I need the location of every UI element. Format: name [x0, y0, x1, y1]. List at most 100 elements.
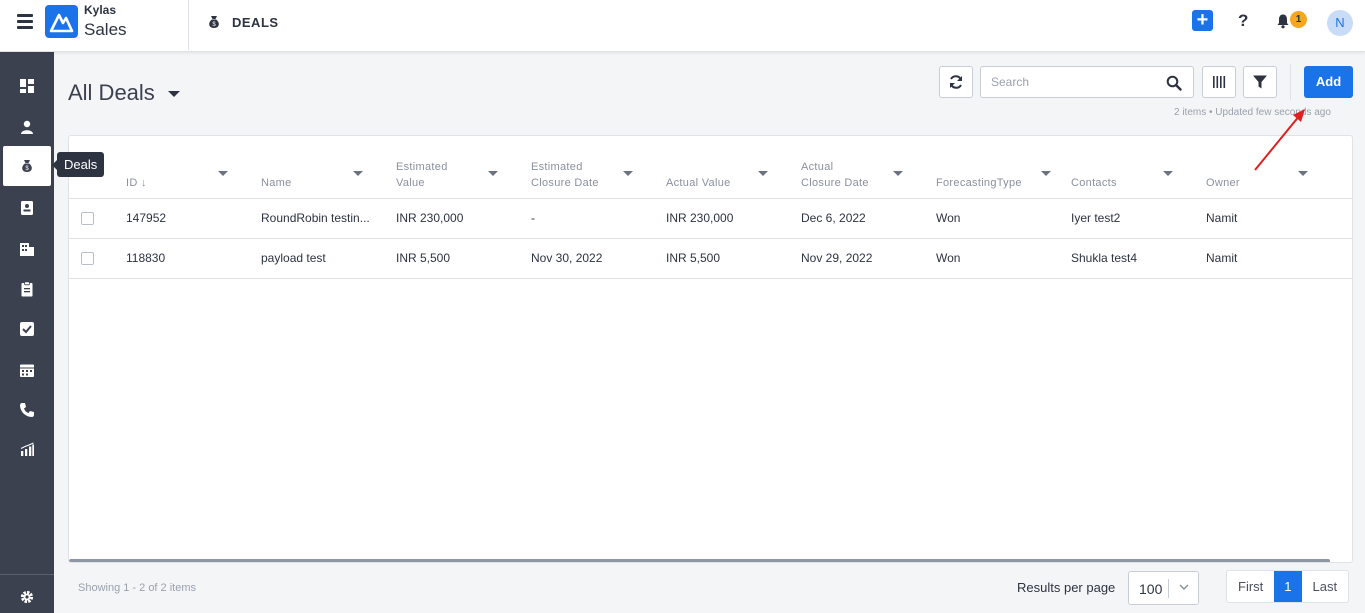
column-header-id[interactable]: ID ↓ [126, 136, 236, 199]
column-header-name[interactable]: Name [261, 136, 371, 199]
cell-owner: Namit [1206, 251, 1238, 265]
sidebar-item-contacts[interactable] [0, 188, 54, 228]
help-icon[interactable]: ? [1238, 11, 1248, 31]
divider [188, 0, 189, 50]
module-title: DEALS [232, 15, 279, 30]
brand-product: Sales [84, 20, 127, 39]
column-header-forecasting-type[interactable]: ForecastingType [936, 136, 1051, 199]
sidebar-item-companies[interactable] [0, 229, 54, 269]
bell-icon[interactable] [1275, 13, 1291, 29]
cell-estimated-closure-date: - [531, 211, 535, 225]
table-row[interactable]: 118830 payload test INR 5,500 Nov 30, 20… [69, 239, 1352, 279]
row-checkbox[interactable] [81, 252, 94, 265]
chevron-down-icon[interactable] [1163, 171, 1173, 176]
divider [0, 574, 54, 575]
search-box [980, 66, 1194, 98]
column-header-label: Contacts [1071, 177, 1117, 189]
hamburger-menu-icon[interactable] [17, 14, 33, 30]
chevron-down-icon[interactable] [168, 91, 180, 97]
refresh-icon [950, 75, 962, 89]
building-icon [20, 243, 34, 256]
sidebar-item-calendar[interactable] [0, 350, 54, 390]
avatar[interactable]: N [1327, 10, 1353, 36]
chevron-down-icon[interactable] [623, 171, 633, 176]
cell-name[interactable]: payload test [261, 251, 381, 265]
add-deal-button[interactable]: Add [1304, 66, 1353, 98]
pagination: First 1 Last [1226, 570, 1350, 603]
sidebar-item-tasks-list[interactable] [0, 269, 54, 309]
chevron-down-icon[interactable] [353, 171, 363, 176]
column-header-actual-closure-date[interactable]: Actual Closure Date [801, 136, 911, 199]
sidebar-item-reports[interactable] [0, 430, 54, 470]
cell-actual-value: INR 5,500 [666, 251, 721, 265]
sidebar-item-settings[interactable] [0, 577, 54, 613]
column-header-label: Name [261, 177, 292, 189]
sidebar-item-tasks[interactable] [0, 309, 54, 349]
column-header-estimated-closure-date[interactable]: Estimated Closure Date [531, 136, 641, 199]
cell-name[interactable]: RoundRobin testin... [261, 211, 381, 225]
search-icon[interactable] [1166, 75, 1182, 91]
money-bag-icon: $ [22, 160, 32, 172]
chevron-down-icon[interactable] [488, 171, 498, 176]
deals-table: ID ↓ Name Estimated Value Estimated Closur… [68, 135, 1353, 563]
gear-icon [20, 590, 34, 604]
current-page-button[interactable]: 1 [1274, 571, 1302, 602]
table-row[interactable]: 147952 RoundRobin testin... INR 230,000 … [69, 199, 1352, 239]
cell-contacts[interactable]: Iyer test2 [1071, 211, 1191, 225]
column-header-label: ForecastingType [936, 177, 1022, 189]
cell-contacts[interactable]: Shukla test4 [1071, 251, 1191, 265]
phone-icon [20, 403, 34, 417]
refresh-button[interactable] [939, 66, 973, 98]
cell-forecasting-type: Won [936, 211, 961, 225]
page-title[interactable]: All Deals [68, 80, 155, 106]
chevron-down-icon[interactable] [758, 171, 768, 176]
horizontal-scrollbar[interactable] [69, 559, 1330, 562]
sidebar-item-users[interactable] [0, 107, 54, 147]
results-per-page-label: Results per page [1017, 580, 1116, 595]
cell-estimated-closure-date: Nov 30, 2022 [531, 251, 603, 265]
money-bag-icon: $ [209, 16, 219, 28]
results-per-page-select[interactable]: 100 [1128, 571, 1199, 605]
columns-button[interactable] [1202, 66, 1236, 98]
cell-estimated-value: INR 5,500 [396, 251, 451, 265]
column-header-label: ID ↓ [126, 177, 147, 189]
calendar-icon [20, 364, 34, 377]
cell-owner: Namit [1206, 211, 1238, 225]
sidebar-item-deals[interactable]: $ [3, 146, 51, 186]
cell-actual-value: INR 230,000 [666, 211, 734, 225]
chevron-down-icon[interactable] [893, 171, 903, 176]
top-bar: Kylas Sales $ DEALS + ? 1 N [0, 0, 1365, 52]
row-checkbox[interactable] [81, 212, 94, 225]
sidebar-tooltip: Deals [51, 152, 105, 177]
column-header-label: Owner [1206, 177, 1240, 189]
annotation-arrow [1254, 109, 1305, 171]
pagination-summary: Showing 1 - 2 of 2 items [78, 582, 197, 594]
search-input[interactable] [981, 67, 1151, 97]
quick-add-button[interactable]: + [1192, 10, 1213, 31]
cell-estimated-value: INR 230,000 [396, 211, 464, 225]
sidebar-item-dashboard[interactable] [0, 66, 54, 106]
column-header-actual-value[interactable]: Actual Value [666, 136, 776, 199]
kylas-logo[interactable] [45, 5, 78, 38]
chevron-down-icon[interactable] [1041, 171, 1051, 176]
chevron-down-icon[interactable] [218, 171, 228, 176]
columns-icon [1213, 76, 1226, 88]
cell-id[interactable]: 147952 [126, 211, 236, 225]
sidebar-item-calls[interactable] [0, 390, 54, 430]
filter-icon [1253, 75, 1267, 89]
filter-button[interactable] [1243, 66, 1277, 98]
column-header-label: Actual Value [666, 177, 731, 189]
notification-badge: 1 [1290, 11, 1307, 28]
contact-card-icon [21, 201, 33, 215]
divider [1168, 579, 1169, 598]
table-header: ID ↓ Name Estimated Value Estimated Closur… [69, 136, 1352, 199]
cell-id[interactable]: 118830 [126, 251, 236, 265]
divider [1290, 64, 1291, 100]
column-header-estimated-value[interactable]: Estimated Value [396, 136, 506, 199]
report-icon [20, 442, 34, 456]
checkbox-icon [20, 322, 34, 336]
clipboard-icon [21, 281, 33, 297]
first-page-button[interactable]: First [1227, 571, 1274, 602]
column-header-contacts[interactable]: Contacts [1071, 136, 1181, 199]
last-page-button[interactable]: Last [1302, 571, 1349, 602]
